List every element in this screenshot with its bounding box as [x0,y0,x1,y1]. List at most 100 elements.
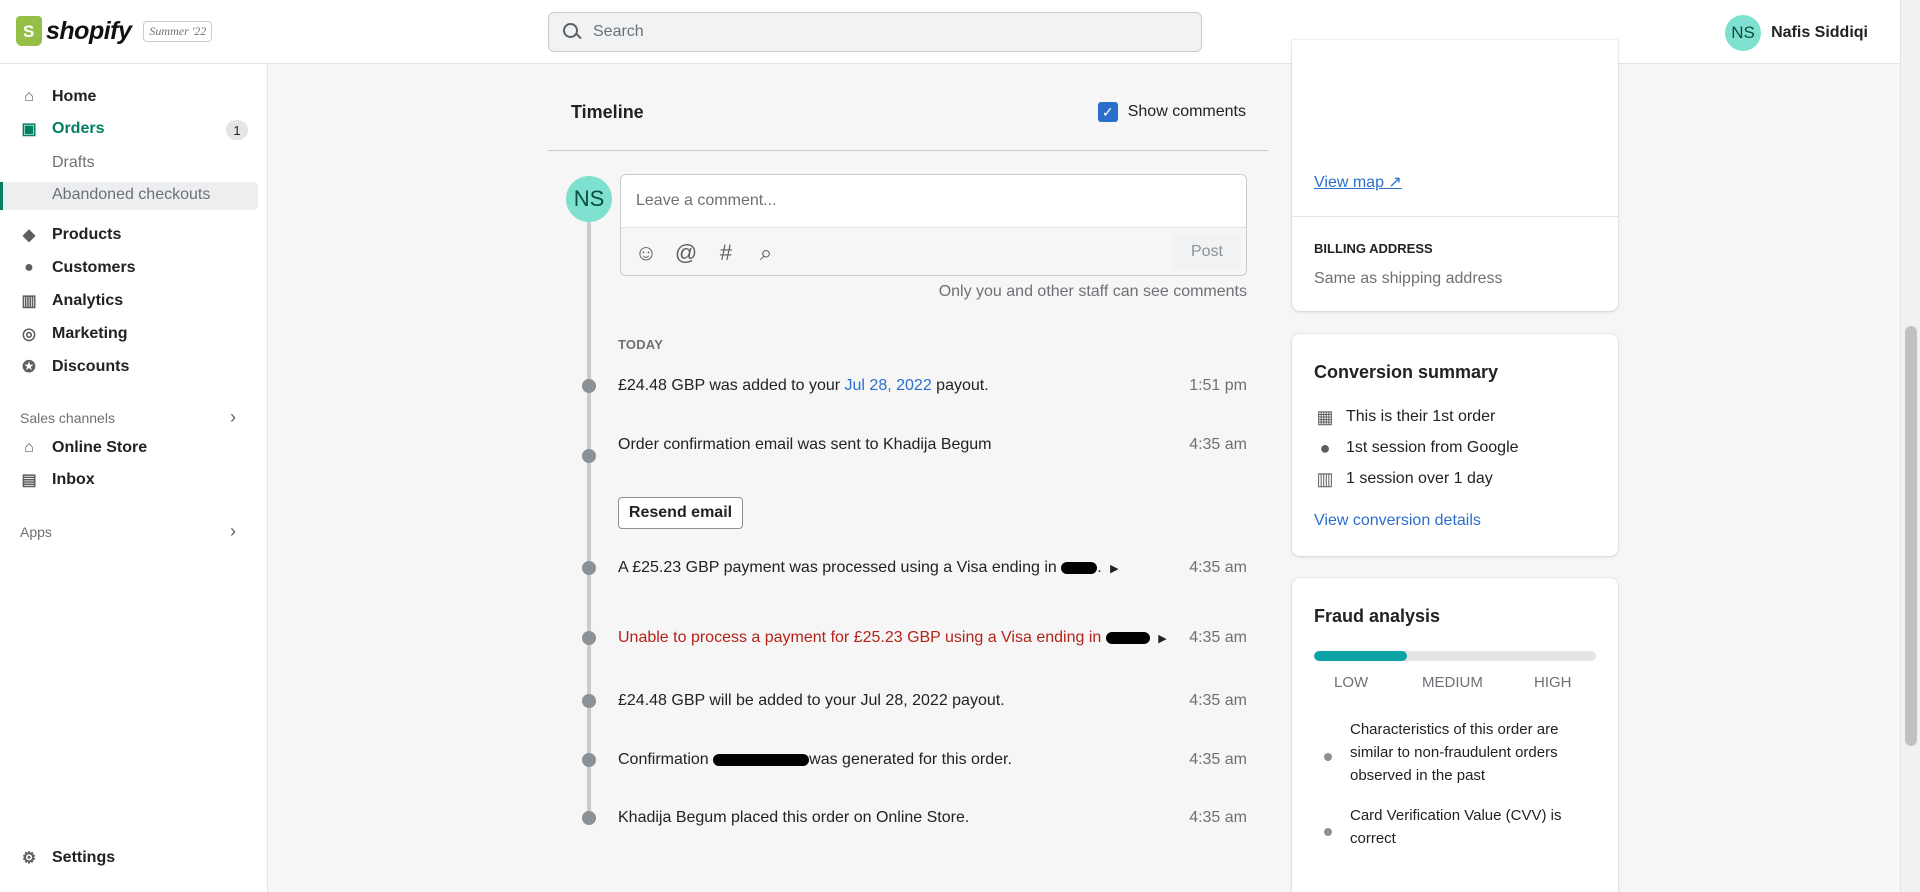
fraud-indicator: Card Verification Value (CVV) is correct [1350,807,1562,847]
page-scrollbar[interactable] [1900,0,1920,892]
event-time: 4:35 am [1189,629,1247,646]
billing-address-value: Same as shipping address [1314,270,1503,287]
post-button[interactable]: Post [1173,234,1241,270]
view-map-label: View map [1314,174,1384,191]
timeline-title: Timeline [571,102,644,122]
attachment-icon[interactable]: ⌕ [753,240,779,266]
view-conversion-details-link[interactable]: View conversion details [1314,512,1481,530]
orders-icon: ▣ [21,121,37,138]
avatar: NS [566,176,612,222]
search-icon [561,21,583,43]
event-text: Unable to process a payment for £25.23 G… [618,629,1102,646]
sidebar-item-marketing[interactable]: ◎ Marketing [20,325,128,343]
sidebar-item-label: Inbox [52,471,95,488]
comment-input[interactable]: Leave a comment... [636,192,777,210]
payout-link[interactable]: Jul 28, 2022 [845,377,932,394]
shopify-logo[interactable]: shopify Summer '22 [16,16,213,46]
inbox-icon: ▤ [21,472,37,489]
edition-badge: Summer '22 [143,20,213,42]
event-time: 4:35 am [1189,809,1247,826]
sidebar-item-label: Analytics [52,292,124,309]
mention-icon[interactable]: @ [673,240,699,266]
event-text: . [1097,559,1102,576]
timeline-event: Confirmation was generated for this orde… [618,751,1012,769]
sidebar-item-analytics[interactable]: ▥ Analytics [20,292,123,310]
risk-label-low: LOW [1334,674,1369,691]
conversion-summary-title: Conversion summary [1314,362,1499,382]
bar-chart-icon: ▥ [21,293,37,310]
fraud-risk-fill [1314,651,1408,661]
discount-icon: ✪ [22,359,36,376]
day-label: TODAY [618,337,664,352]
hashtag-icon[interactable]: # [713,240,739,266]
sidebar-item-inbox[interactable]: ▤ Inbox [20,471,95,489]
timeline-event: £24.48 GBP will be added to your Jul 28,… [618,692,1005,709]
sidebar-item-home[interactable]: ⌂ Home [20,88,96,106]
timeline-dot [582,379,596,393]
emoji-icon[interactable]: ☺ [633,240,659,266]
sidebar-item-drafts[interactable]: Drafts [52,154,95,172]
sidebar-item-discounts[interactable]: ✪ Discounts [20,358,129,376]
redacted-card-digits [1061,561,1098,574]
external-link-icon: ↗ [1388,174,1402,191]
sidebar-item-label: Settings [52,849,116,866]
comment-box[interactable]: Leave a comment... ☺ @ # ⌕ Post [620,174,1247,276]
store-icon: ⌂ [24,439,34,456]
redacted-confirmation-number [713,753,810,766]
timeline-header: Timeline ✓ Show comments [548,64,1268,151]
divider [1292,216,1618,217]
event-text: £24.48 GBP was added to your [618,377,845,394]
fraud-risk-bar [1314,651,1596,661]
gear-icon: ⚙ [21,850,37,867]
show-comments-toggle[interactable]: ✓ Show comments [1097,102,1246,122]
search-input[interactable]: Search [548,12,1202,52]
sidebar-item-label: Discounts [52,358,130,375]
timeline-line [587,200,591,820]
comment-toolbar: ☺ @ # ⌕ Post [621,227,1246,275]
sidebar: ⌂ Home ▣ Orders 1 Drafts Abandoned check… [0,64,268,892]
checkbox-checked-icon[interactable]: ✓ [1097,102,1118,122]
event-time: 4:35 am [1189,559,1247,576]
apps-heading: Apps [20,524,52,540]
timeline-dot [582,811,596,825]
person-icon: ● [24,259,34,276]
sidebar-item-products[interactable]: ◆ Products [20,226,122,244]
comment-visibility-note: Only you and other staff can see comment… [938,283,1247,300]
event-text: Confirmation [618,751,714,768]
chevron-right-icon[interactable]: › [230,407,236,428]
timeline-event[interactable]: A £25.23 GBP payment was processed using… [618,559,1119,577]
event-time: 1:51 pm [1189,377,1247,394]
timeline-dot [582,631,596,645]
chevron-right-icon[interactable]: › [230,521,236,542]
sidebar-item-label: Customers [52,259,136,276]
sidebar-item-label: Marketing [52,325,128,342]
sidebar-item-online-store[interactable]: ⌂ Online Store [20,439,147,457]
redacted-card-digits [1105,631,1150,644]
timeline-dot [582,753,596,767]
expand-triangle-icon[interactable]: ▶ [1158,633,1166,645]
user-menu[interactable]: NS Nafis Siddiqi [1725,15,1868,51]
expand-triangle-icon[interactable]: ▶ [1110,563,1118,575]
timeline-dot [582,561,596,575]
session-icon: ▥ [1316,468,1334,489]
sidebar-item-customers[interactable]: ● Customers [20,259,136,277]
target-icon: ◎ [22,326,36,343]
sidebar-item-orders[interactable]: ▣ Orders [20,120,104,138]
sidebar-item-label: Home [52,88,97,105]
timeline-dot [582,694,596,708]
sidebar-item-abandoned-checkouts[interactable]: Abandoned checkouts [52,186,210,204]
scrollbar-thumb[interactable] [1905,326,1917,746]
brand-name: shopify [46,16,132,45]
event-text: payout. [931,377,989,394]
fraud-indicator: Characteristics of this order are simila… [1350,721,1559,784]
risk-label-medium: MEDIUM [1422,674,1483,691]
calendar-icon: ▦ [1316,406,1334,427]
risk-label-high: HIGH [1534,674,1572,691]
timeline-event[interactable]: Unable to process a payment for £25.23 G… [618,629,1167,647]
event-time: 4:35 am [1189,751,1247,768]
resend-email-button[interactable]: Resend email [618,497,743,529]
sidebar-item-label: Online Store [52,439,148,456]
event-time: 4:35 am [1189,692,1247,709]
sidebar-item-settings[interactable]: ⚙ Settings [20,849,115,867]
view-map-link[interactable]: View map ↗ [1314,172,1402,192]
